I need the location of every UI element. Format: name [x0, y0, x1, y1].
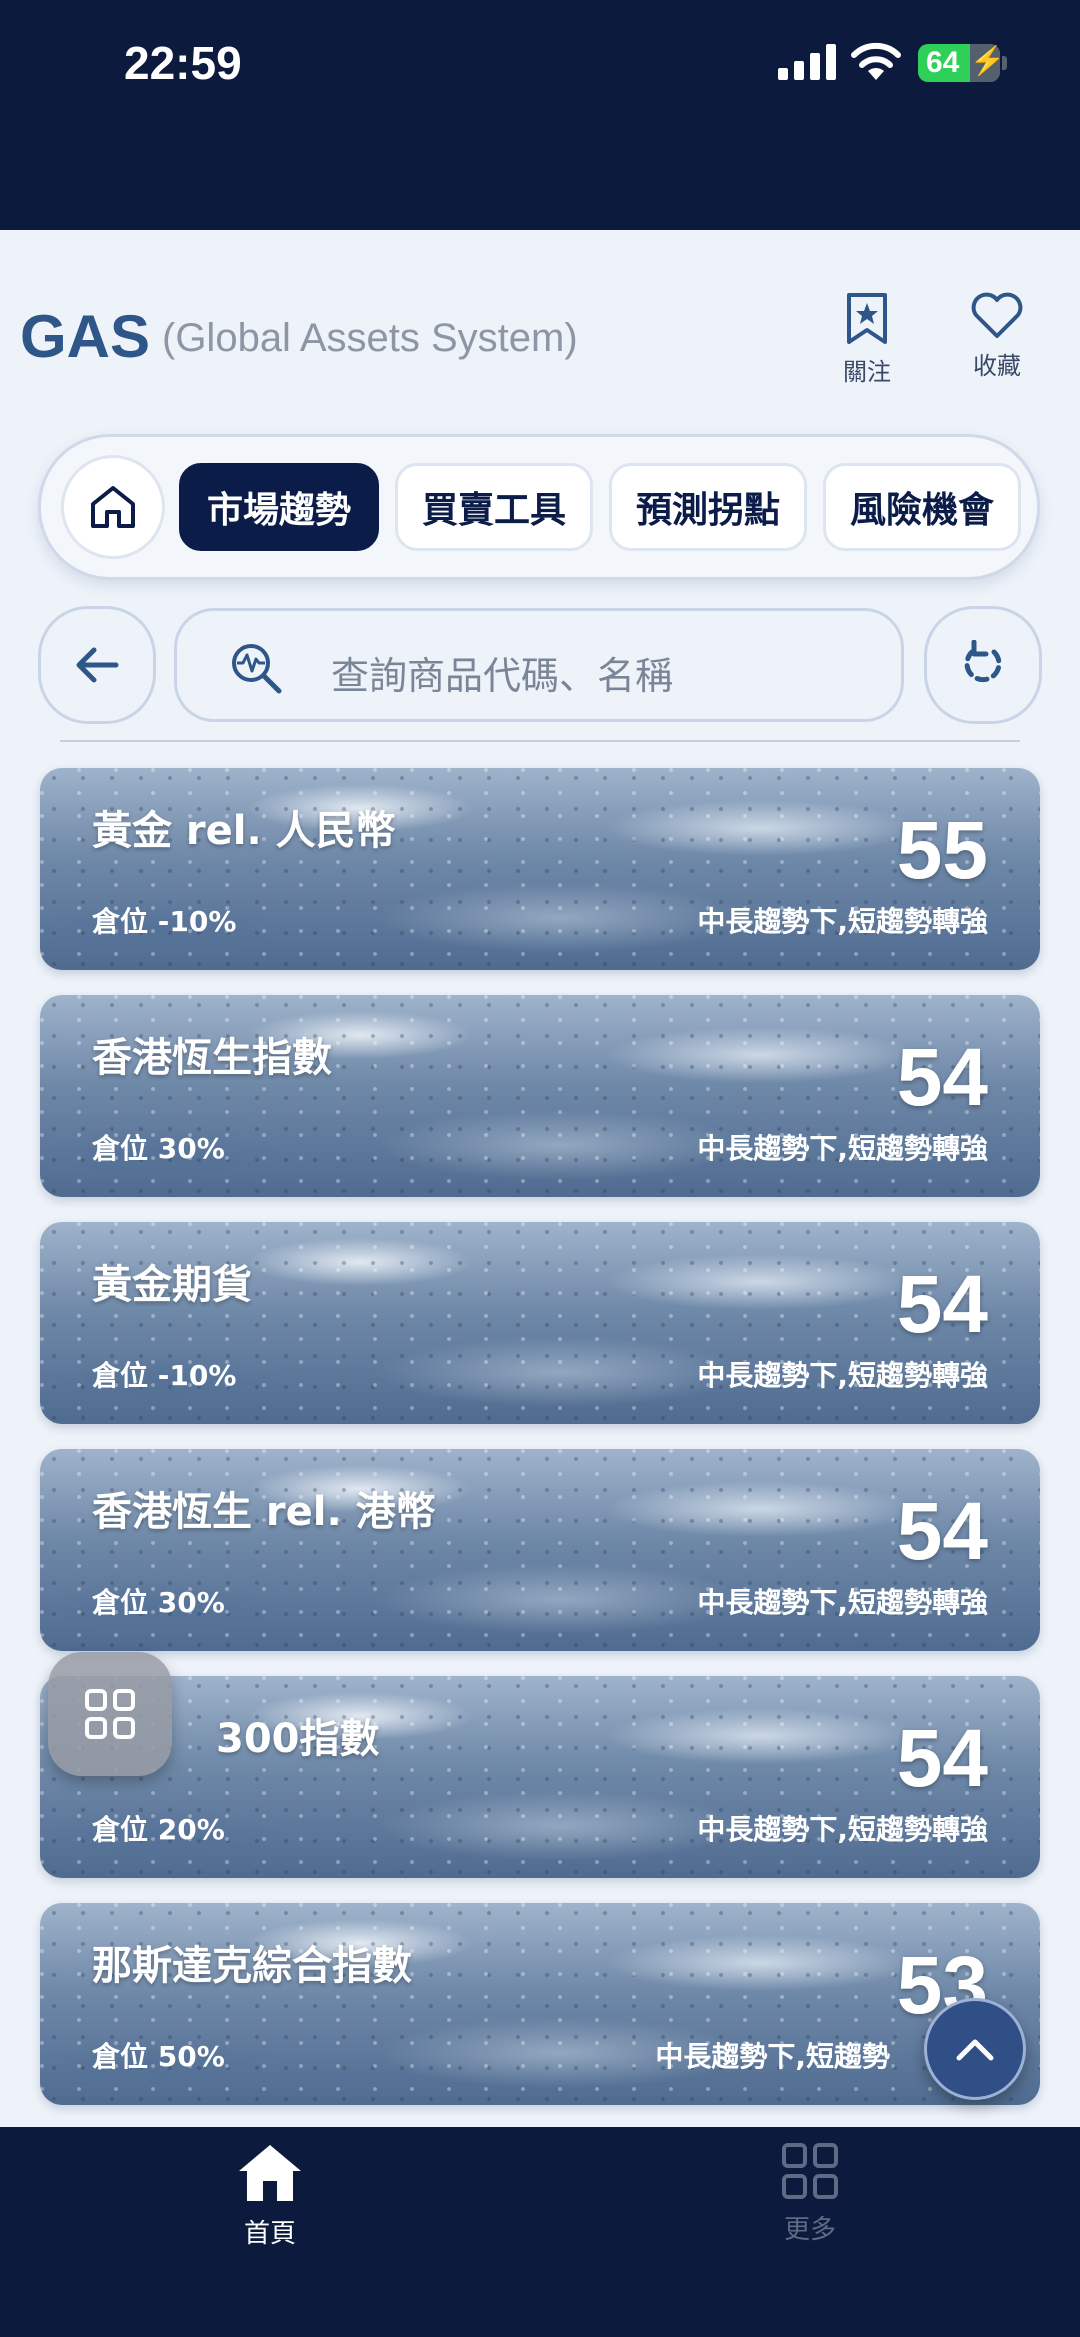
watch-button[interactable]: 關注 — [812, 292, 922, 387]
asset-card[interactable]: 那斯達克綜合指數 53 倉位 50% 中長趨勢下,短趨勢 — [40, 1903, 1040, 2105]
home-filled-icon — [239, 2145, 301, 2201]
tab-risk-opportunity[interactable]: 風險機會 — [823, 463, 1021, 551]
asset-score: 54 — [896, 1486, 988, 1577]
search-placeholder: 查詢商品代碼、名稱 — [331, 654, 674, 698]
app-header: GAS (Global Assets System) 關注 收藏 — [0, 230, 1080, 430]
search-input[interactable]: 查詢商品代碼、名稱 — [174, 608, 904, 722]
asset-card[interactable]: 黃金 rel. 人民幣 55 倉位 -10% 中長趨勢下,短趨勢轉強 — [40, 768, 1040, 970]
battery-level: 64 — [926, 46, 960, 79]
tab-market-trend[interactable]: 市場趨勢 — [179, 463, 379, 551]
scroll-to-top-button[interactable] — [924, 1998, 1026, 2100]
tab-turning-points[interactable]: 預測拐點 — [609, 463, 807, 551]
asset-trend: 中長趨勢下,短趨勢轉強 — [697, 1359, 988, 1392]
chevron-up-icon — [956, 2039, 994, 2061]
tab-panel: 市場趨勢 買賣工具 預測拐點 風險機會 — [38, 434, 1040, 580]
cellular-signal-icon — [778, 44, 836, 80]
asset-card[interactable]: 黃金期貨 54 倉位 -10% 中長趨勢下,短趨勢轉強 — [40, 1222, 1040, 1424]
watch-label: 關注 — [843, 358, 891, 386]
nav-home[interactable]: 首頁 — [190, 2141, 350, 2250]
wifi-icon — [851, 42, 901, 80]
charging-bolt-icon: ⚡ — [970, 45, 1005, 76]
clock: 22:59 — [124, 37, 242, 89]
asset-position: 倉位 -10% — [92, 1359, 237, 1392]
arrow-left-icon — [76, 647, 119, 683]
battery-indicator: 64 ⚡ — [918, 44, 1005, 82]
favorite-label: 收藏 — [973, 352, 1021, 380]
asset-name: 300指數 — [216, 1716, 380, 1762]
app-logo: GAS — [20, 303, 151, 370]
asset-trend: 中長趨勢下,短趨勢轉強 — [697, 1132, 988, 1165]
asset-score: 54 — [896, 1259, 988, 1350]
asset-score: 54 — [896, 1032, 988, 1123]
divider — [60, 740, 1020, 742]
asset-name: 黃金 rel. 人民幣 — [92, 808, 396, 854]
back-button[interactable] — [38, 606, 156, 724]
bottom-nav: 首頁 更多 — [0, 2127, 1080, 2337]
asset-name: 黃金期貨 — [92, 1262, 252, 1308]
asset-trend: 中長趨勢下,短趨勢轉強 — [697, 1813, 988, 1846]
status-bar: 22:59 64 ⚡ — [0, 0, 1080, 230]
asset-name: 那斯達克綜合指數 — [92, 1943, 412, 1989]
grid-icon — [782, 2143, 838, 2199]
favorite-button[interactable]: 收藏 — [942, 292, 1052, 381]
asset-trend: 中長趨勢下,短趨勢 — [655, 2040, 890, 2073]
nav-more[interactable]: 更多 — [730, 2141, 890, 2246]
asset-position: 倉位 -10% — [92, 905, 237, 938]
app-subtitle: (Global Assets System) — [162, 316, 578, 360]
asset-position: 倉位 30% — [92, 1132, 225, 1165]
nav-more-label: 更多 — [783, 2215, 836, 2245]
asset-card[interactable]: 300指數 54 倉位 20% 中長趨勢下,短趨勢轉強 — [40, 1676, 1040, 1878]
asset-name: 香港恆生 rel. 港幣 — [92, 1489, 436, 1535]
tab-home[interactable] — [61, 455, 165, 559]
asset-card[interactable]: 香港恆生 rel. 港幣 54 倉位 30% 中長趨勢下,短趨勢轉強 — [40, 1449, 1040, 1651]
asset-card[interactable]: 香港恆生指數 54 倉位 30% 中長趨勢下,短趨勢轉強 — [40, 995, 1040, 1197]
refresh-button[interactable] — [924, 606, 1042, 724]
asset-position: 倉位 30% — [92, 1586, 225, 1619]
floating-menu-button[interactable] — [48, 1652, 172, 1776]
search-icon — [232, 644, 282, 694]
bookmark-star-icon — [847, 293, 887, 344]
asset-position: 倉位 20% — [92, 1813, 225, 1846]
asset-trend: 中長趨勢下,短趨勢轉強 — [697, 1586, 988, 1619]
heart-icon — [971, 292, 1023, 338]
tab-trading-tools[interactable]: 買賣工具 — [395, 463, 593, 551]
asset-position: 倉位 50% — [92, 2040, 225, 2073]
home-icon — [91, 486, 135, 528]
grid-icon — [85, 1689, 135, 1739]
refresh-icon — [964, 640, 1002, 683]
asset-score: 54 — [896, 1713, 988, 1804]
nav-home-label: 首頁 — [243, 2219, 296, 2249]
asset-name: 香港恆生指數 — [92, 1035, 332, 1081]
asset-score: 55 — [896, 805, 988, 896]
asset-trend: 中長趨勢下,短趨勢轉強 — [697, 905, 988, 938]
